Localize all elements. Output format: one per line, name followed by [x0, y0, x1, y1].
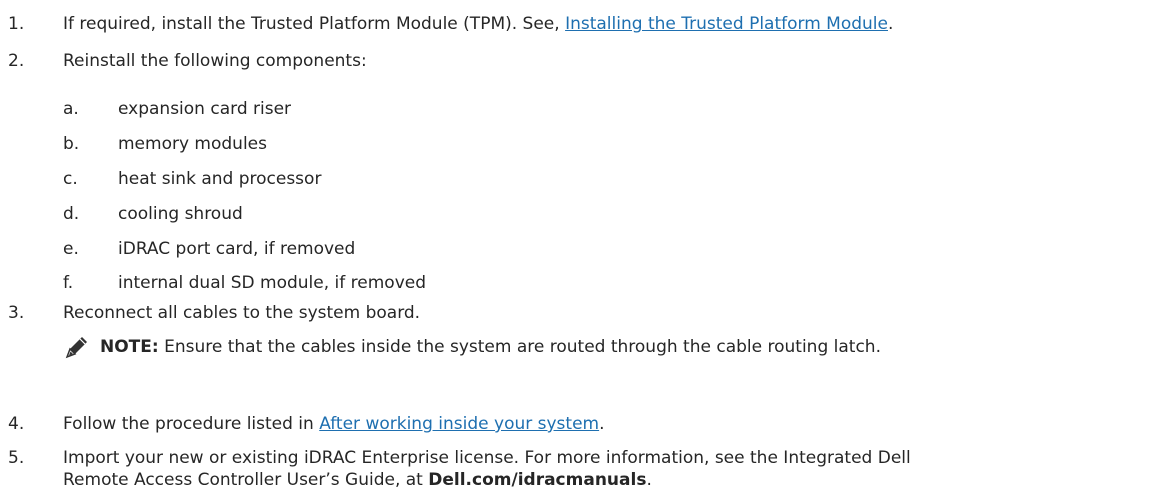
sub-item-text: internal dual SD module, if removed [118, 273, 427, 293]
step-text-part: . [646, 470, 652, 490]
step-text-part: . [599, 414, 605, 434]
step-text-part: . [888, 14, 894, 34]
step-text: If required, install the Trusted Platfor… [63, 13, 893, 35]
step-number: 1. [8, 14, 25, 34]
install-tpm-link[interactable]: Installing the Trusted Platform Module [565, 14, 888, 34]
step-text-line-2: Remote Access Controller User’s Guide, a… [63, 469, 652, 491]
idrac-manuals-url: Dell.com/idracmanuals [428, 470, 647, 490]
step-text-part: If required, install the Trusted Platfor… [63, 14, 566, 34]
sub-item-letter: c. [63, 169, 78, 189]
note-label: NOTE: [100, 337, 159, 357]
step-text: Follow the procedure listed in After wor… [63, 413, 605, 435]
sub-item-letter: d. [63, 204, 80, 224]
note-text: Ensure that the cables inside the system… [158, 337, 881, 357]
step-text: Reconnect all cables to the system board… [63, 303, 421, 323]
step-text-part: Follow the procedure listed in [63, 414, 320, 434]
sub-item-letter: a. [63, 99, 79, 119]
sub-item-letter: f. [63, 273, 74, 293]
step-number: 2. [8, 51, 25, 71]
note-callout: NOTE: Ensure that the cables inside the … [64, 334, 881, 360]
after-working-inside-link[interactable]: After working inside your system [319, 414, 599, 434]
step-text: Reinstall the following components: [63, 51, 367, 71]
step-number: 4. [8, 414, 25, 434]
step-number: 3. [8, 303, 25, 323]
pencil-note-icon [65, 337, 87, 359]
sub-item-text: heat sink and processor [118, 169, 322, 189]
sub-item-text: cooling shroud [118, 204, 243, 224]
document-page: 1. If required, install the Trusted Plat… [0, 0, 1153, 499]
sub-item-letter: e. [63, 239, 79, 259]
step-number: 5. [8, 448, 25, 468]
step-text-line-1: Import your new or existing iDRAC Enterp… [63, 448, 911, 468]
sub-item-letter: b. [63, 134, 80, 154]
step-text-part: Remote Access Controller User’s Guide, a… [63, 470, 429, 490]
sub-item-text: iDRAC port card, if removed [118, 239, 356, 259]
sub-item-text: expansion card riser [118, 99, 292, 119]
sub-item-text: memory modules [118, 134, 267, 154]
